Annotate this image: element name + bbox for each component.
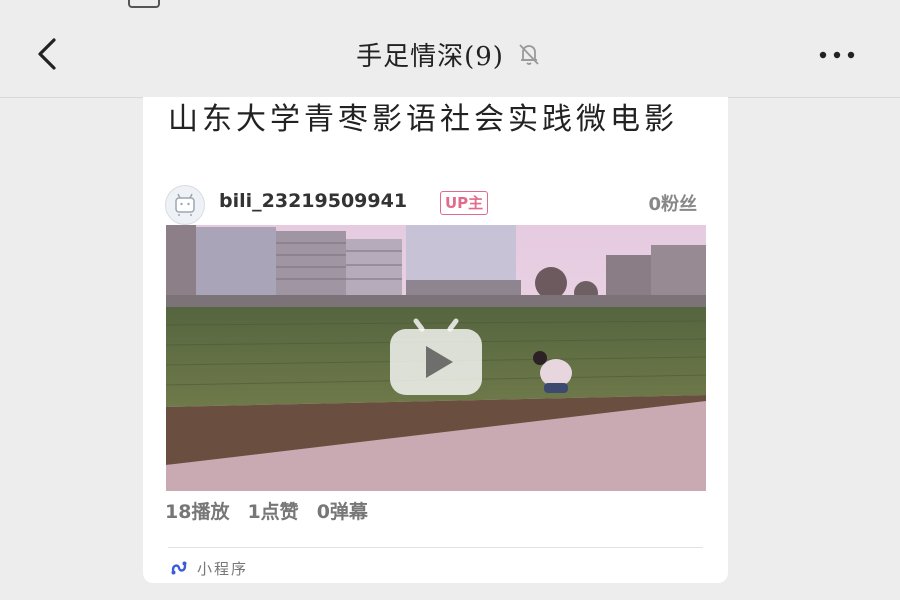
author-name: bili_23219509941 [219,190,408,212]
mini-program-icon [171,561,187,575]
bilibili-play-icon[interactable] [390,318,482,395]
fans-count: 0粉丝 [648,194,697,215]
chat-header: 手足情深(9) [0,0,900,98]
card-divider [168,547,703,548]
up-badge: UP主 [440,191,489,215]
video-thumbnail[interactable] [166,225,706,491]
mini-program-label: 小程序 [197,559,249,578]
bell-off-icon [519,44,539,65]
more-horizontal-icon[interactable] [812,40,862,70]
author-row: bili_23219509941 UP主 0粉丝 [165,185,705,225]
bilibili-share-card[interactable]: 山东大学青枣影语社会实践微电影 bili_23219509941 UP主 0粉丝 [143,97,728,583]
chat-title: 手足情深(9) [356,41,504,72]
mini-program-source: 小程序 [169,555,248,581]
like-count: 1点赞 [247,501,299,523]
video-title: 山东大学青枣影语社会实践微电影 [168,102,678,137]
bilibili-tv-avatar [165,185,205,225]
danmaku-count: 0弹幕 [316,501,368,523]
chat-title-wrap: 手足情深(9) [0,30,900,78]
status-bar-icon [128,0,160,8]
video-scene-image [166,225,706,491]
play-count: 18播放 [165,501,230,523]
video-stats: 18播放 1点赞 0弹幕 [165,497,368,524]
